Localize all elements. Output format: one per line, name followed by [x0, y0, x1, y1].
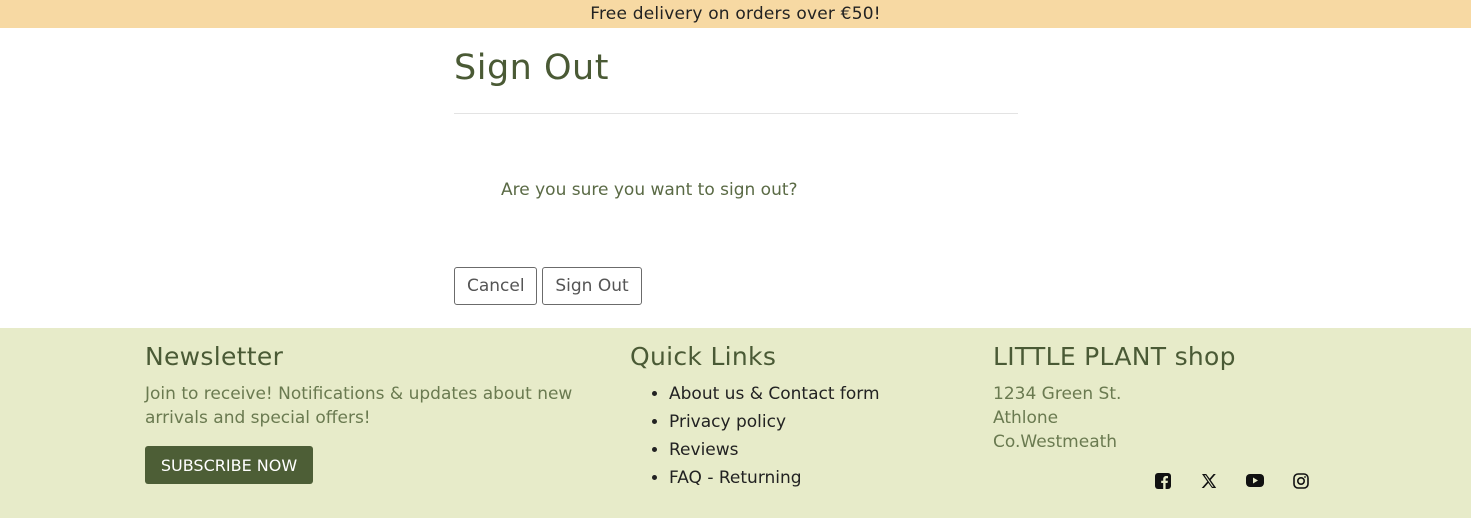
signout-confirmation-text: Are you sure you want to sign out? [501, 180, 798, 200]
site-footer: Newsletter Join to receive! Notification… [0, 328, 1471, 518]
page-title: Sign Out [454, 48, 609, 88]
reviews-link[interactable]: Reviews [669, 440, 739, 460]
list-item: Privacy policy [669, 408, 880, 436]
list-item: Reviews [669, 436, 880, 464]
social-links [1140, 470, 1324, 492]
address-line: Athlone [993, 408, 1059, 428]
cancel-button[interactable]: Cancel [454, 267, 537, 305]
shop-name: LITTLE PLANT shop [993, 342, 1236, 371]
faq-returning-link[interactable]: FAQ - Returning [669, 468, 802, 488]
instagram-icon[interactable] [1278, 470, 1324, 492]
list-item: About us & Contact form [669, 380, 880, 408]
list-item: FAQ - Returning [669, 464, 880, 492]
address-line: Co.Westmeath [993, 432, 1118, 452]
about-contact-link[interactable]: About us & Contact form [669, 384, 880, 404]
privacy-policy-link[interactable]: Privacy policy [669, 412, 786, 432]
address-line: 1234 Green St. [993, 384, 1122, 404]
youtube-icon[interactable] [1232, 470, 1278, 492]
sign-out-button[interactable]: Sign Out [542, 267, 642, 305]
signout-panel: Sign Out Are you sure you want to sign o… [454, 28, 1018, 328]
subscribe-button[interactable]: SUBSCRIBE NOW [145, 446, 313, 484]
quick-links-list: About us & Contact form Privacy policy R… [630, 380, 880, 492]
title-divider [454, 113, 1018, 114]
promo-banner: Free delivery on orders over €50! [0, 0, 1471, 28]
promo-banner-text: Free delivery on orders over €50! [590, 4, 881, 24]
facebook-icon[interactable] [1140, 470, 1186, 492]
newsletter-title: Newsletter [145, 342, 284, 371]
shop-address: 1234 Green St. Athlone Co.Westmeath [993, 382, 1121, 454]
x-twitter-icon[interactable] [1186, 470, 1232, 492]
newsletter-description: Join to receive! Notifications & updates… [145, 384, 573, 428]
quick-links-title: Quick Links [630, 342, 777, 371]
